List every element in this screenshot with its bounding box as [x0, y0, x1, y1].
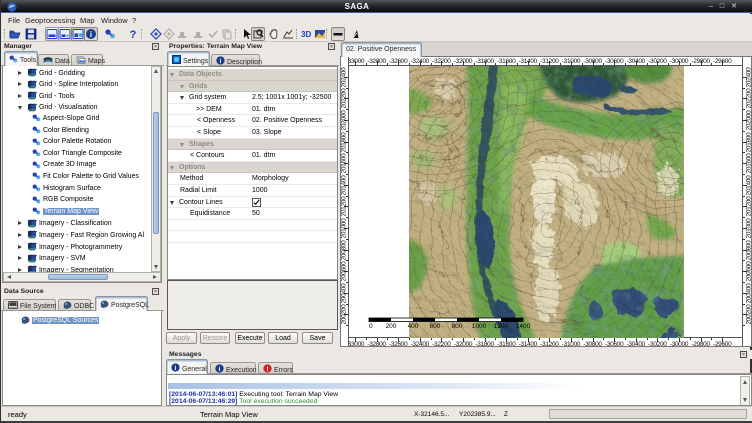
svg-text:0: 0	[369, 323, 373, 330]
svg-text:400: 400	[408, 323, 419, 330]
svg-text:200: 200	[386, 323, 397, 330]
svg-text:800: 800	[452, 323, 463, 330]
svg-text:i: i	[175, 365, 177, 372]
svg-text:i: i	[90, 30, 92, 39]
svg-text:600: 600	[430, 323, 441, 330]
svg-text:!: !	[266, 366, 268, 373]
svg-text:1200: 1200	[494, 323, 509, 330]
svg-text:1000: 1000	[472, 323, 487, 330]
svg-text:i: i	[220, 58, 222, 65]
svg-text:1400: 1400	[516, 323, 531, 330]
svg-text:i: i	[219, 366, 221, 373]
svg-text:?: ?	[130, 29, 137, 40]
svg-text:3D: 3D	[301, 30, 311, 39]
